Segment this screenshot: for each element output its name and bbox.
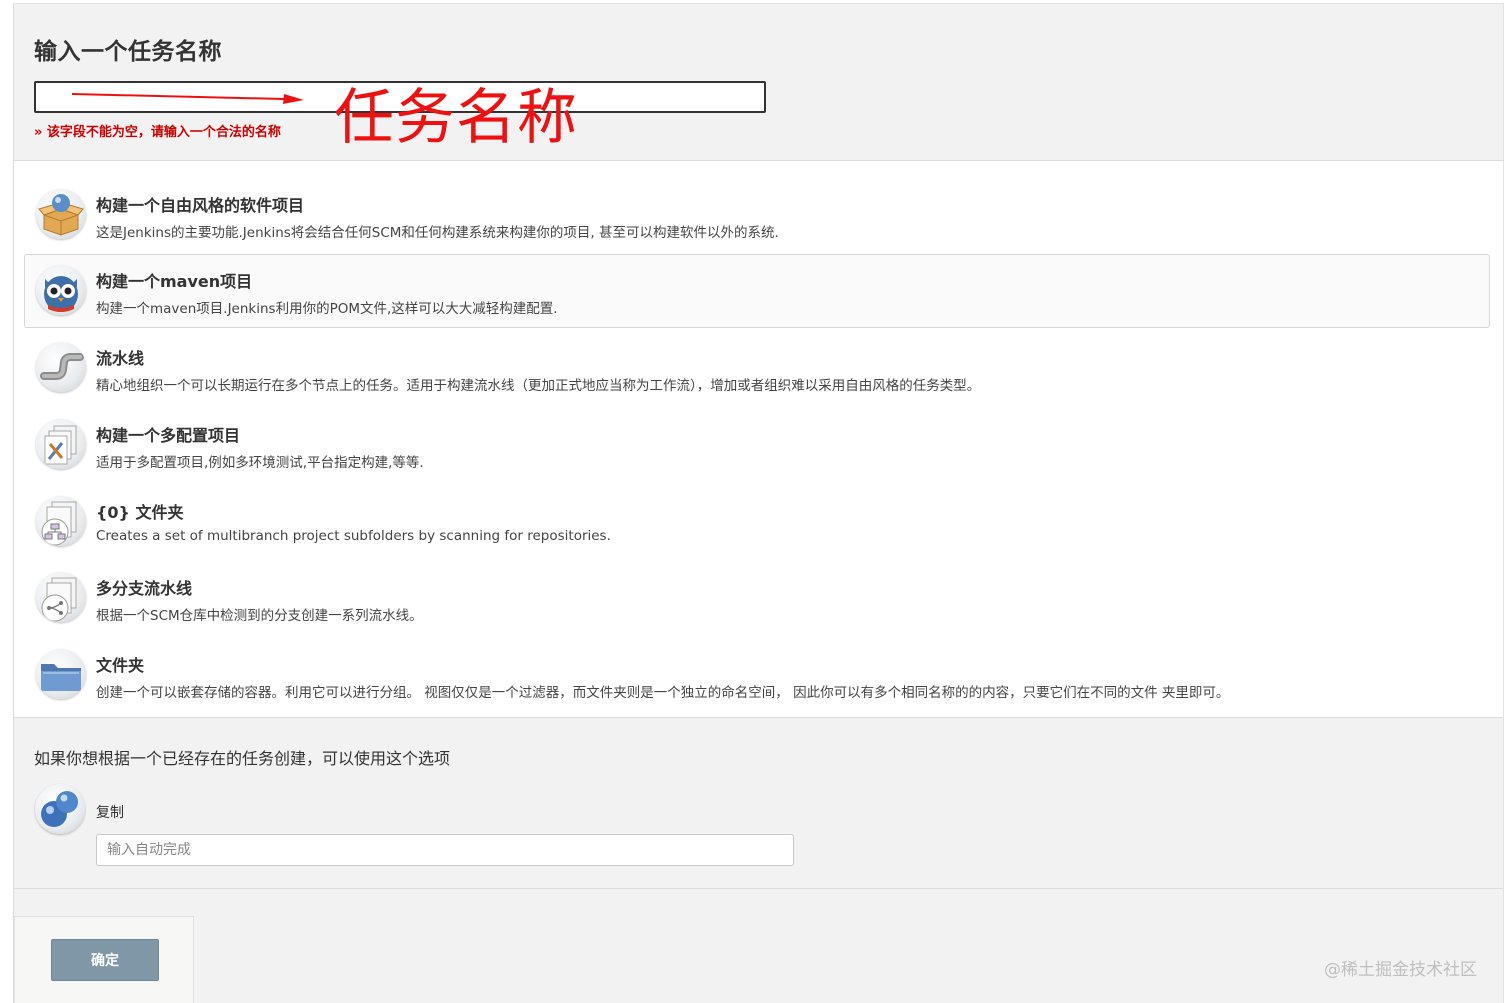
type-description: 根据一个SCM仓库中检测到的分支创建一系列流水线。 (96, 608, 423, 624)
multi-config-icon (36, 419, 86, 469)
ok-button[interactable]: 确定 (51, 939, 159, 981)
type-pipeline[interactable]: 流水线 精心地组织一个可以长期运行在多个节点上的任务。适用于构建流水线（更加正式… (24, 331, 1490, 405)
multibranch-icon (36, 572, 86, 622)
type-label: 多分支流水线 (96, 579, 193, 598)
type-multibranch[interactable]: 多分支流水线 根据一个SCM仓库中检测到的分支创建一系列流水线。 (24, 561, 1490, 635)
maven-owl-icon (36, 265, 86, 315)
annotation-label: 任务名称 (334, 83, 578, 153)
freestyle-box-icon (36, 189, 86, 239)
page-title: 输入一个任务名称 (34, 39, 222, 65)
type-maven[interactable]: 构建一个maven项目 构建一个maven项目.Jenkins利用你的POM文件… (24, 254, 1490, 328)
org-folder-icon (36, 496, 86, 546)
item-type-list: 构建一个自由风格的软件项目 这是Jenkins的主要功能.Jenkins将会结合… (14, 161, 1503, 718)
bottom-button-bar: 确定 (14, 916, 194, 1003)
type-label: 构建一个自由风格的软件项目 (96, 196, 305, 215)
pipeline-icon (36, 342, 86, 392)
type-label: 构建一个多配置项目 (96, 426, 241, 445)
type-description: 创建一个可以嵌套存储的容器。利用它可以进行分组。 视图仅仅是一个过滤器，而文件夹… (96, 685, 1230, 701)
copy-heading: 如果你想根据一个已经存在的任务创建，可以使用这个选项 (34, 749, 451, 768)
copy-from-input[interactable] (96, 834, 794, 866)
type-description: 这是Jenkins的主要功能.Jenkins将会结合任何SCM和任何构建系统来构… (96, 225, 779, 241)
new-item-page: 输入一个任务名称 » 该字段不能为空，请输入一个合法的名称 任务名称 构建一个自… (13, 3, 1504, 1003)
type-label: {0} 文件夹 (96, 503, 184, 522)
type-label: 构建一个maven项目 (96, 272, 253, 291)
type-org-folder[interactable]: {0} 文件夹 Creates a set of multibranch pro… (24, 485, 1490, 559)
type-freestyle[interactable]: 构建一个自由风格的软件项目 这是Jenkins的主要功能.Jenkins将会结合… (24, 178, 1490, 252)
copy-spheres-icon (35, 784, 85, 834)
type-description: 构建一个maven项目.Jenkins利用你的POM文件,这样可以大大减轻构建配… (96, 301, 558, 317)
type-description: 精心地组织一个可以长期运行在多个节点上的任务。适用于构建流水线（更加正式地应当称… (96, 378, 981, 394)
copy-from-section: 如果你想根据一个已经存在的任务创建，可以使用这个选项 复制 (14, 718, 1503, 889)
copy-label: 复制 (96, 805, 124, 821)
type-label: 文件夹 (96, 656, 145, 675)
type-folder[interactable]: 文件夹 创建一个可以嵌套存储的容器。利用它可以进行分组。 视图仅仅是一个过滤器，… (24, 638, 1490, 712)
folder-icon (36, 649, 86, 699)
validation-error: » 该字段不能为空，请输入一个合法的名称 (34, 125, 281, 140)
item-name-section: 输入一个任务名称 » 该字段不能为空，请输入一个合法的名称 任务名称 (14, 4, 1503, 161)
type-multi-config[interactable]: 构建一个多配置项目 适用于多配置项目,例如多环境测试,平台指定构建,等等. (24, 408, 1490, 482)
type-description: 适用于多配置项目,例如多环境测试,平台指定构建,等等. (96, 455, 424, 471)
watermark: @稀土掘金技术社区 (1324, 960, 1477, 980)
annotation-arrow-icon (72, 93, 304, 104)
type-description: Creates a set of multibranch project sub… (96, 528, 611, 544)
type-label: 流水线 (96, 349, 145, 368)
